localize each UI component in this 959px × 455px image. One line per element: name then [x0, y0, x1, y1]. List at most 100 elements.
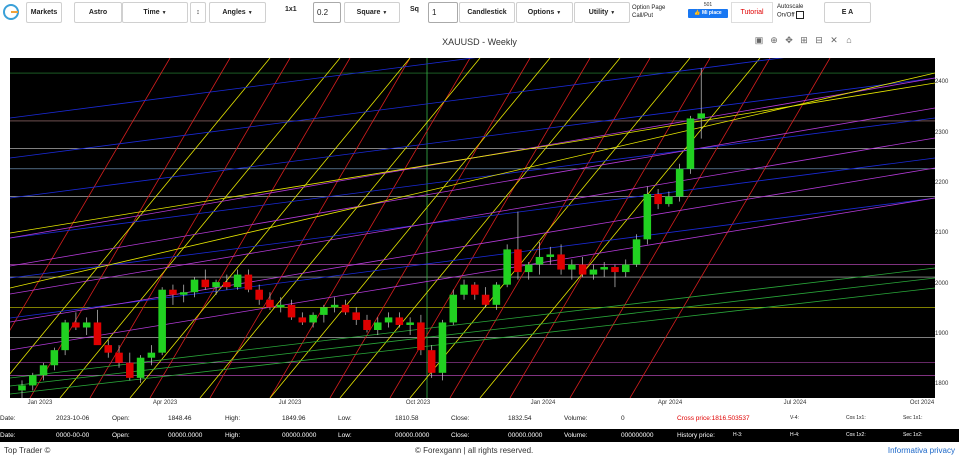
candle-body [600, 267, 608, 270]
reset-axes-icon[interactable]: ⌂ [844, 35, 854, 46]
privacy-link[interactable]: Informativa privacy [888, 446, 955, 455]
high-label: High: [225, 415, 241, 422]
candle-body [39, 365, 48, 376]
candle-body [438, 322, 447, 373]
v4-label: V-4: [790, 415, 799, 421]
x-tick-label: Jul 2023 [278, 400, 302, 406]
candle-body [309, 314, 317, 323]
autoscale-line1: Autoscale [777, 4, 804, 10]
open-value: 1848.46 [168, 415, 192, 422]
close-value: 1832.54 [508, 415, 532, 422]
candle-body [93, 322, 102, 346]
candle-body [621, 264, 630, 273]
zoom-in-icon[interactable]: ⊞ [799, 35, 809, 46]
autoscale-checkbox[interactable] [795, 11, 804, 19]
like-button[interactable]: 👍 Mi piace [688, 9, 728, 18]
pan-icon[interactable]: ✥ [784, 35, 794, 46]
candle-body [427, 350, 436, 373]
facebook-like-widget[interactable]: 501 👍 Mi piace [688, 2, 728, 22]
candle-body [104, 345, 113, 353]
y-tick-label: 1900 [935, 331, 949, 338]
candle-body [363, 319, 371, 330]
caret-down-icon: ▼ [247, 9, 253, 16]
candle-body [578, 264, 587, 275]
candle-body [568, 264, 576, 270]
markets-button[interactable]: Markets [26, 2, 62, 23]
info-row-current: Date: 2023-10-06 Open: 1848.46 High: 184… [0, 412, 959, 425]
zoom-out-icon[interactable]: ⊟ [814, 35, 824, 46]
caret-down-icon: ▼ [556, 9, 562, 16]
stepper-icon[interactable]: ↕ [190, 2, 206, 23]
candle-body [136, 357, 145, 378]
like-label: Mi piace [701, 10, 722, 16]
candle-body [18, 385, 26, 391]
angles-dropdown[interactable]: Angles ▼ [209, 2, 266, 23]
chart-toolbar: ▣ ⊕ ✥ ⊞ ⊟ ✕ ⌂ [754, 35, 854, 46]
h3-label: H-3: [733, 432, 743, 438]
candle-body [244, 274, 253, 290]
time-label: Time [143, 9, 160, 16]
candle-body [147, 352, 156, 358]
volume-label: Volume: [564, 415, 588, 422]
candle-body [82, 322, 91, 328]
candle-body [546, 254, 555, 257]
ratio-input[interactable]: 0.2 [313, 2, 341, 23]
candle-body [72, 322, 80, 328]
candle-body [233, 274, 242, 288]
candle-body [611, 267, 619, 273]
volume-value: 000000000 [621, 432, 654, 439]
angles-label: Angles [222, 9, 246, 16]
option-page-line2: Call/Put [632, 13, 654, 19]
footer-brand: Top Trader © [4, 446, 51, 455]
sq-input[interactable]: 1 [428, 2, 458, 23]
options-dropdown[interactable]: Options ▼ [516, 2, 573, 23]
astro-button[interactable]: Astro [74, 2, 122, 23]
option-page-link[interactable]: Option Page Call/Put [632, 4, 665, 20]
date-label: Date: [0, 415, 16, 422]
low-label: Low: [338, 415, 352, 422]
y-tick-label: 2100 [935, 230, 949, 237]
volume-value: 0 [621, 415, 625, 422]
zoom-icon[interactable]: ⊕ [769, 35, 779, 46]
candle-body [126, 362, 134, 378]
autoscale-icon[interactable]: ✕ [829, 35, 839, 46]
save-icon[interactable]: ▣ [754, 35, 764, 46]
caret-down-icon: ▼ [161, 9, 167, 16]
square-dropdown[interactable]: Square ▼ [344, 2, 400, 23]
footer: Top Trader © © Forexgann | all rights re… [0, 446, 959, 455]
close-label: Close: [451, 432, 470, 439]
candle-body [212, 282, 220, 288]
candle-body [352, 312, 360, 320]
candle-body [61, 322, 69, 351]
candlestick-chart[interactable] [10, 58, 935, 398]
candle-body [384, 317, 393, 323]
candle-body [481, 294, 490, 305]
candle-body [158, 289, 166, 353]
time-dropdown[interactable]: Time ▼ [122, 2, 188, 23]
candle-body [276, 304, 285, 308]
candle-body [417, 322, 425, 351]
candle-body [201, 279, 210, 288]
autoscale-toggle[interactable]: Autoscale On/Off [777, 3, 804, 20]
open-label: Open: [112, 415, 130, 422]
y-tick-label: 1800 [935, 381, 949, 388]
candle-body [449, 294, 458, 323]
high-value: 00000.0000 [282, 432, 317, 439]
candle-body [395, 317, 404, 325]
low-label: Low: [338, 432, 352, 439]
candlestick-button[interactable]: Candlestick [459, 2, 515, 23]
date-label: Date: [0, 432, 16, 439]
chart-area[interactable] [10, 58, 935, 398]
ea-button[interactable]: E A [824, 2, 871, 23]
y-tick-label: 2000 [935, 280, 949, 287]
x-tick-label: Jan 2023 [27, 400, 53, 406]
tutorial-button[interactable]: Tutorial [731, 2, 773, 23]
candle-body [320, 307, 328, 315]
utility-dropdown[interactable]: Utility ▼ [574, 2, 630, 23]
x-axis: Jan 2023 Apr 2023 Jul 2023 Oct 2023 Jan 2024… [10, 400, 935, 410]
open-label: Open: [112, 432, 130, 439]
candle-body [190, 279, 199, 293]
cos1-label: Cos 1x1: [846, 415, 866, 421]
candle-body [557, 254, 565, 270]
y-tick-label: 2300 [935, 129, 949, 136]
